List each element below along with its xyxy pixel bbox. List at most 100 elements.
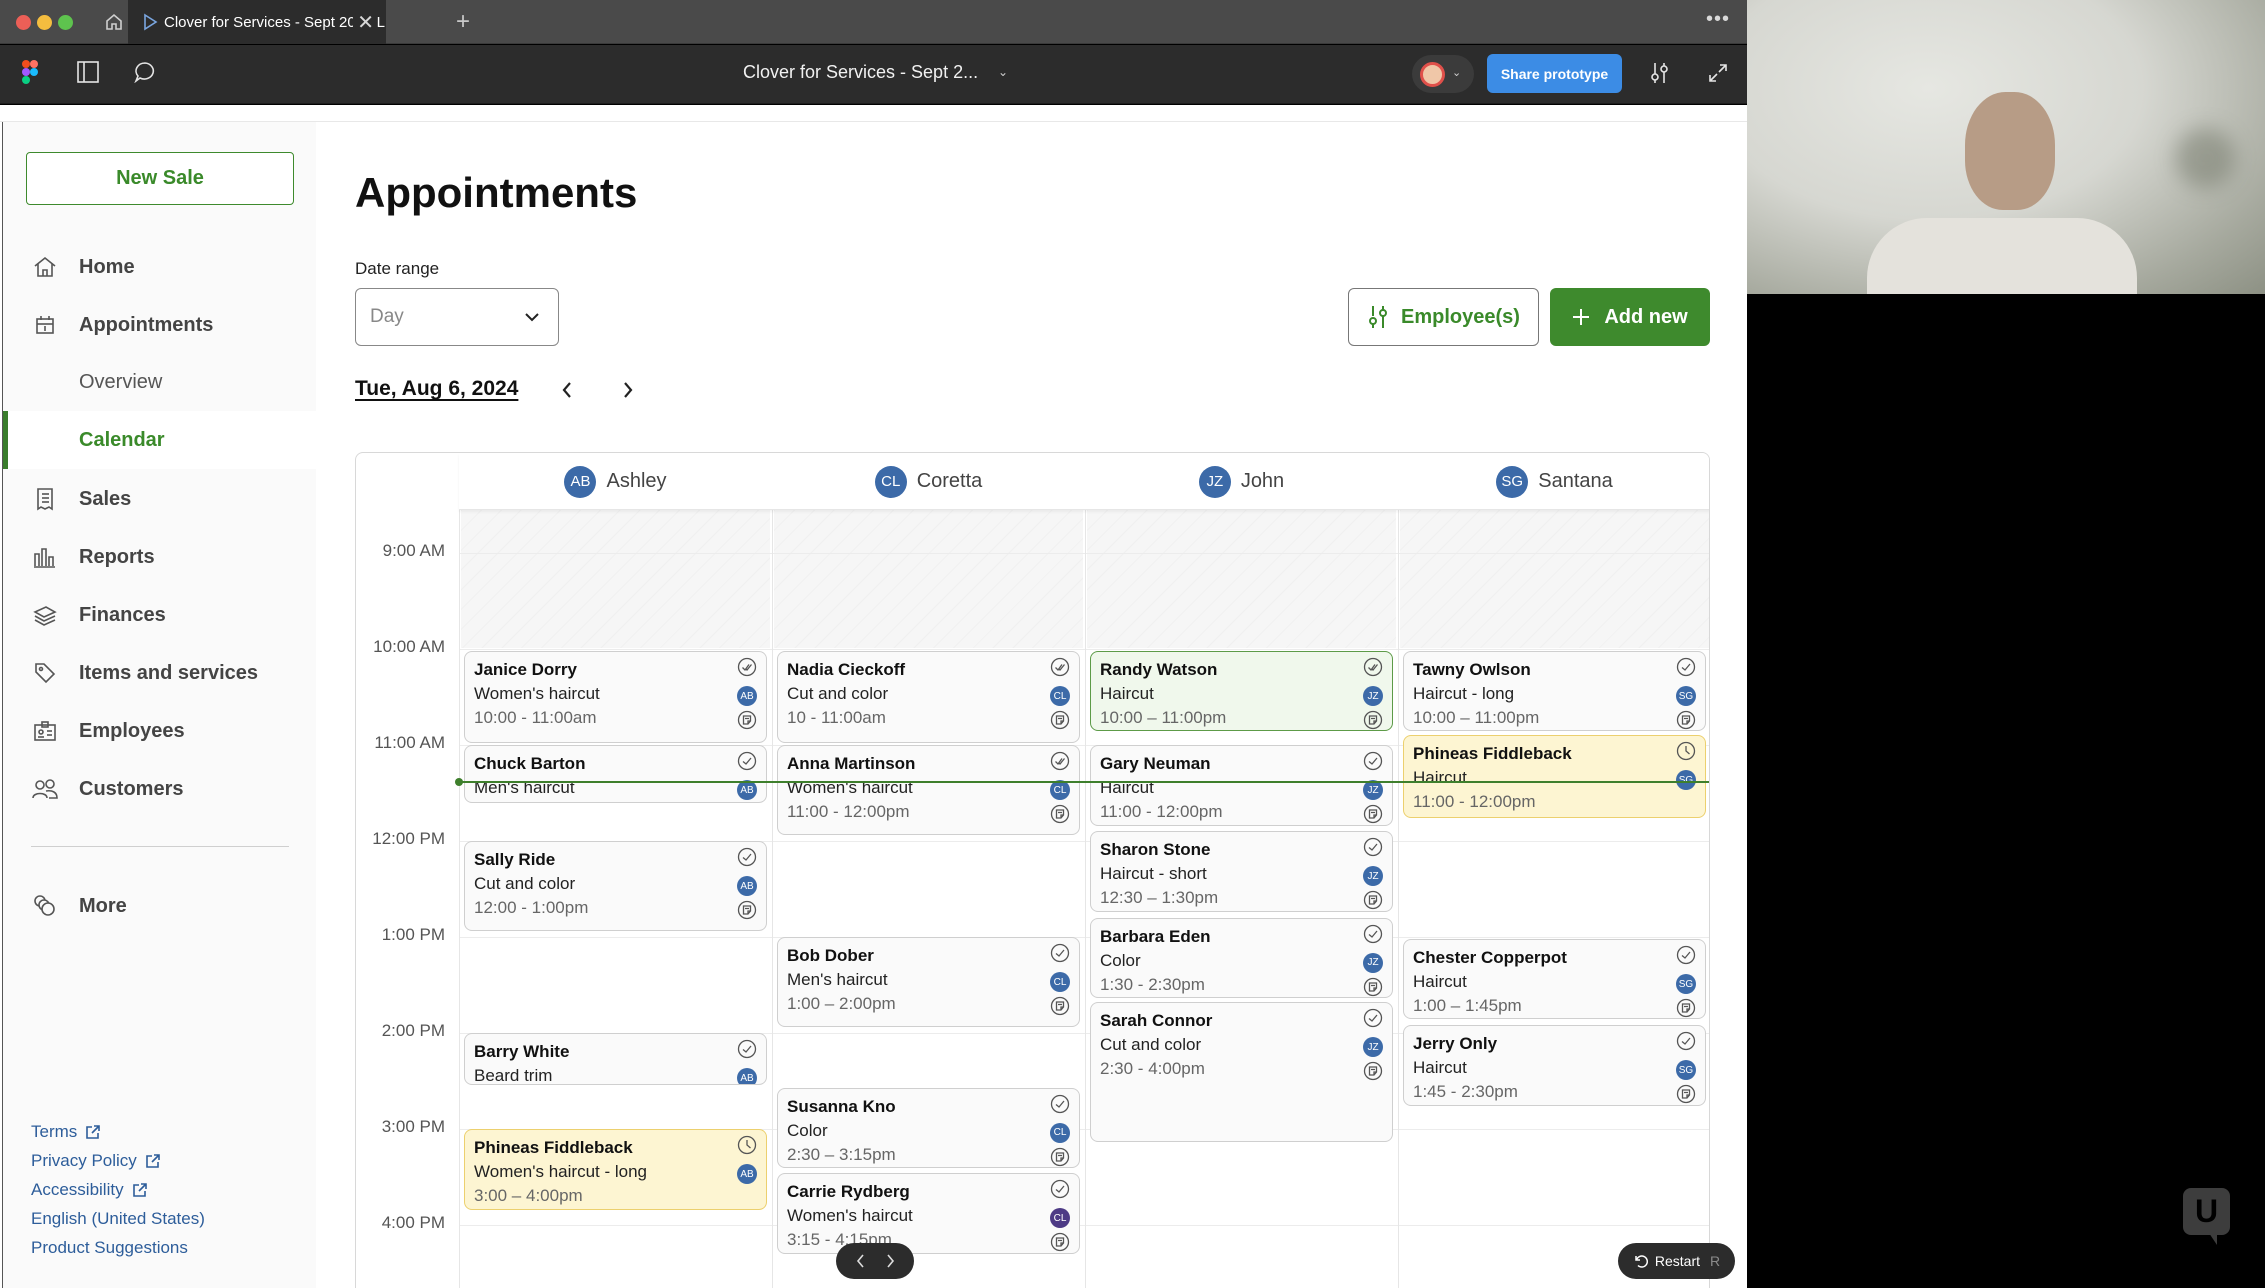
sidebar-item-items-and-services[interactable]: Items and services (3, 651, 317, 695)
time-label: 12:00 PM (372, 829, 445, 848)
chevron-left-icon[interactable] (855, 1253, 867, 1269)
settings-sliders-icon[interactable] (1650, 61, 1670, 85)
appointment-card[interactable]: Sharon Stone Haircut - short 12:30 – 1:30p… (1090, 831, 1393, 912)
chevron-down-icon (525, 313, 539, 322)
comment-icon[interactable] (134, 61, 156, 83)
note-icon (1050, 710, 1070, 735)
customer-name: Barbara Eden (1100, 926, 1211, 946)
date-range-value: Day (370, 306, 404, 327)
check-circle-icon (1363, 837, 1383, 862)
note-icon (1676, 998, 1696, 1018)
appointment-status-icons: AB (737, 1039, 757, 1084)
appointment-card[interactable]: Susanna Kno Color 2:30 – 3:15pm CL (777, 1087, 1080, 1169)
share-prototype-button[interactable]: Share prototype (1487, 54, 1622, 93)
appointment-card[interactable]: Janice Dorry Women's haircut 10:00 - 11:00… (464, 651, 767, 743)
employees-filter-button[interactable]: Employee(s) (1348, 288, 1539, 346)
service-name: Haircut - short (1100, 864, 1207, 884)
new-sale-button[interactable]: New Sale (26, 152, 294, 205)
employee-column-header[interactable]: SG Santana (1398, 453, 1709, 510)
appointment-card[interactable]: Carrie Rydberg Women's haircut 3:15 - 4:15… (777, 1173, 1080, 1254)
terms-link[interactable]: Terms (31, 1117, 205, 1146)
window-minimize-button[interactable] (37, 15, 52, 30)
more-options-icon[interactable]: ••• (1706, 8, 1730, 31)
user-avatar-menu[interactable]: ⌄ (1412, 55, 1474, 93)
active-browser-tab[interactable]: Clover for Services - Sept 2024 L ✕ (128, 0, 386, 44)
date-range-select[interactable]: Day (355, 288, 559, 346)
chevron-down-icon[interactable]: ⌄ (998, 65, 1008, 79)
sidebar-item-home[interactable]: Home (3, 245, 317, 289)
appointment-card[interactable]: Bob Dober Men's haircut 1:00 – 2:00pm CL (777, 937, 1080, 1028)
appointment-card[interactable]: Sally Ride Cut and color 12:00 - 1:00pm AB (464, 841, 767, 932)
employee-column-header[interactable]: CL Coretta (772, 453, 1085, 510)
privacy-policy-link[interactable]: Privacy Policy (31, 1146, 205, 1175)
sidebar-item-calendar[interactable]: Calendar (3, 411, 317, 469)
appointment-card[interactable]: Barry White Beard trim AB (464, 1033, 767, 1085)
appointment-card[interactable]: Jerry Only Haircut 1:45 - 2:30pm SG (1403, 1025, 1706, 1106)
appointment-card[interactable]: Anna Martinson Women's haircut 11:00 - 12:… (777, 745, 1080, 836)
column-divider (459, 453, 460, 1288)
service-name: Cut and color (787, 684, 889, 703)
language-link[interactable]: English (United States) (31, 1204, 205, 1233)
file-title[interactable]: Clover for Services - Sept 2... (743, 62, 978, 83)
appointment-card[interactable]: Gary Neuman Haircut 11:00 - 12:00pm JZ (1090, 745, 1393, 826)
sidebar-toggle-icon[interactable] (77, 61, 99, 83)
appointment-time: 3:00 – 4:00pm (474, 1186, 583, 1206)
window-maximize-button[interactable] (58, 15, 73, 30)
appointment-status-icons: JZ (1363, 837, 1383, 910)
window-close-button[interactable] (16, 15, 31, 30)
sidebar-item-sales[interactable]: Sales (3, 477, 317, 521)
double-check-icon (1363, 657, 1383, 682)
employee-avatar: CL (874, 465, 907, 498)
sidebar-item-overview[interactable]: Overview (3, 353, 317, 411)
sidebar-item-appointments[interactable]: Appointments (3, 303, 317, 347)
previous-day-button[interactable] (555, 375, 579, 405)
assigned-employee-badge: SG (1676, 770, 1696, 791)
chevron-right-icon (624, 382, 633, 398)
employee-avatar: SG (1496, 465, 1529, 498)
sidebar-item-customers[interactable]: Customers (3, 767, 317, 811)
sidebar-item-more[interactable]: More (3, 884, 317, 928)
check-circle-icon (1676, 945, 1696, 970)
service-name: Haircut - long (1413, 684, 1515, 703)
employee-name: Ashley (606, 470, 667, 492)
calendar-icon (31, 311, 59, 339)
add-new-button[interactable]: Add new (1550, 288, 1710, 346)
customer-name: Randy Watson (1100, 660, 1218, 679)
employee-column-headers: AB Ashley CL Coretta JZ John SG Santana (459, 453, 1709, 510)
product-suggestions-link[interactable]: Product Suggestions (31, 1233, 205, 1262)
appointment-card[interactable]: Barbara Eden Color 1:30 - 2:30pm JZ (1090, 917, 1393, 999)
sidebar-item-finances[interactable]: Finances (3, 593, 317, 637)
sidebar-item-reports[interactable]: Reports (3, 535, 317, 579)
customer-name: Bob Dober (787, 946, 874, 966)
time-label: 11:00 AM (374, 733, 445, 752)
close-tab-icon[interactable]: ✕ (353, 10, 374, 35)
appointment-card[interactable]: Nadia Cieckoff Cut and color 10 - 11:00am C… (777, 651, 1080, 743)
appointment-card[interactable]: Phineas Fiddleback Women's haircut - long… (464, 1129, 767, 1210)
appointment-time: 10:00 – 11:00pm (1100, 708, 1227, 727)
assigned-employee-badge: JZ (1363, 1037, 1383, 1058)
figma-logo-icon[interactable] (22, 60, 38, 86)
home-tab[interactable] (100, 0, 128, 44)
next-day-button[interactable] (616, 375, 640, 405)
appointment-card[interactable]: Tawny Owlson Haircut - long 10:00 – 11:00p… (1403, 651, 1706, 732)
employee-column-header[interactable]: JZ John (1085, 453, 1398, 510)
people-icon (31, 775, 59, 803)
sidebar-item-employees[interactable]: Employees (3, 709, 317, 753)
fullscreen-icon[interactable] (1708, 63, 1728, 83)
appointment-card[interactable]: Chester Copperpot Haircut 1:00 – 1:45pm SG (1403, 939, 1706, 1020)
external-link-icon (86, 1124, 101, 1139)
appointment-card[interactable]: Phineas Fiddleback Haircut 11:00 - 12:00pm… (1403, 735, 1706, 818)
assigned-employee-badge: SG (1676, 686, 1696, 706)
browser-tab-bar: Clover for Services - Sept 2024 L ✕ + ••… (0, 0, 1747, 44)
recorder-logo-icon: U (2183, 1188, 2230, 1245)
new-tab-button[interactable]: + (456, 8, 470, 36)
chevron-right-icon[interactable] (884, 1253, 896, 1269)
prototype-navigation (836, 1243, 914, 1279)
accessibility-link[interactable]: Accessibility (31, 1175, 205, 1204)
appointment-card[interactable]: Chuck Barton Men's haircut 12:00 - 1:00pmA… (464, 745, 767, 804)
appointment-card[interactable]: Sarah Connor Cut and color 2:30 - 4:00pm JZ (1090, 1002, 1393, 1143)
appointment-card[interactable]: Randy Watson Haircut 10:00 – 11:00pm JZ (1090, 651, 1393, 732)
employee-column-header[interactable]: AB Ashley (459, 453, 772, 510)
restart-button[interactable]: Restart R (1618, 1243, 1735, 1279)
current-date[interactable]: Tue, Aug 6, 2024 (355, 377, 518, 401)
